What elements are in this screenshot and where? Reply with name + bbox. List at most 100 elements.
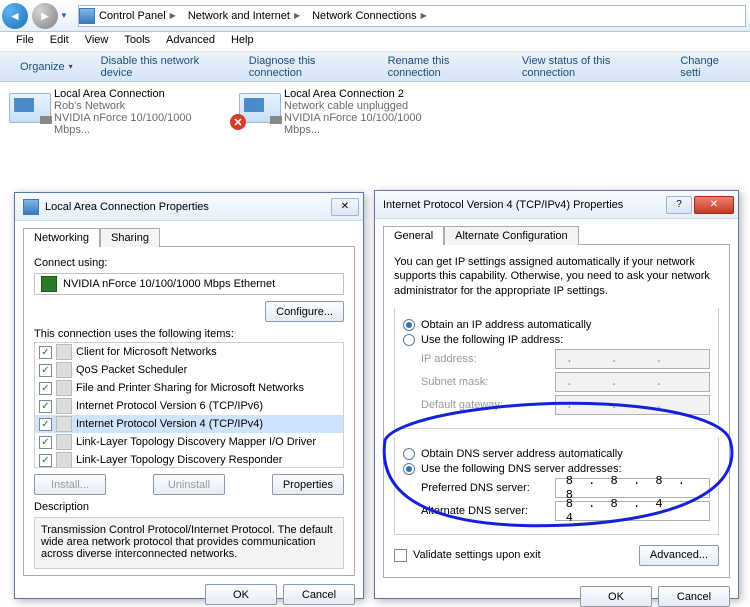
component-list[interactable]: ✓ Client for Microsoft Networks ✓ QoS Pack… [34,342,344,468]
description-label: Description [34,501,344,513]
list-item[interactable]: ✓ Link-Layer Topology Discovery Responder [35,451,343,468]
radio-label: Obtain DNS server address automatically [421,448,623,460]
item-label: Link-Layer Topology Discovery Mapper I/O… [76,436,316,448]
history-dropdown[interactable]: ▼ [60,11,74,20]
crumb-network-internet[interactable]: Network and Internet▶ [184,6,308,26]
component-icon [56,398,72,414]
subnet-label: Subnet mask: [403,376,549,388]
checkbox[interactable]: ✓ [39,382,52,395]
nic-chip-icon [41,276,57,292]
connection-item[interactable]: Local Area Connection Rob's Network NVID… [6,88,226,136]
lac-properties-dialog: Local Area Connection Properties ✕ Netwo… [14,192,364,599]
radio-obtain-ip[interactable] [403,319,415,331]
forward-button[interactable]: ► [32,3,58,29]
list-item[interactable]: ✓ Internet Protocol Version 4 (TCP/IPv4) [35,415,343,433]
ipv4-properties-dialog: Internet Protocol Version 4 (TCP/IPv4) P… [374,190,739,599]
radio-label: Use the following IP address: [421,334,563,346]
back-button[interactable]: ◄ [2,3,28,29]
tab-panel: Connect using: NVIDIA nForce 10/100/1000… [23,246,355,576]
tab-sharing[interactable]: Sharing [100,228,160,247]
connection-item[interactable]: ✕ Local Area Connection 2 Network cable … [236,88,456,136]
item-label: File and Printer Sharing for Microsoft N… [76,382,304,394]
checkbox[interactable]: ✓ [39,346,52,359]
adapter-field[interactable]: NVIDIA nForce 10/100/1000 Mbps Ethernet [34,273,344,295]
help-button[interactable]: ? [666,196,692,214]
diagnose-button[interactable]: Diagnose this connection [235,52,374,81]
tab-alt-config[interactable]: Alternate Configuration [444,226,579,245]
checkbox[interactable]: ✓ [39,418,52,431]
change-settings-button[interactable]: Change setti [666,52,750,81]
cancel-button[interactable]: Cancel [658,586,730,607]
item-label: Client for Microsoft Networks [76,346,217,358]
description-text: Transmission Control Protocol/Internet P… [34,517,344,569]
menu-file[interactable]: File [8,32,42,51]
menu-advanced[interactable]: Advanced [158,32,223,51]
validate-checkbox[interactable]: ✓ [394,549,407,562]
menu-view[interactable]: View [77,32,117,51]
tab-networking[interactable]: Networking [23,228,100,247]
chevron-right-icon[interactable]: ▶ [417,11,431,20]
item-label: QoS Packet Scheduler [76,364,187,376]
crumb-control-panel[interactable]: Control Panel▶ [95,6,184,26]
disable-device-button[interactable]: Disable this network device [87,52,235,81]
checkbox[interactable]: ✓ [39,436,52,449]
advanced-button[interactable]: Advanced... [639,545,719,566]
chevron-right-icon[interactable]: ▶ [166,11,180,20]
component-icon [56,380,72,396]
list-item[interactable]: ✓Internet Protocol Version 6 (TCP/IPv6) [35,397,343,415]
ip-group: Obtain an IP address automatically Use t… [394,308,719,429]
tab-panel: You can get IP settings assigned automat… [383,244,730,578]
ok-button[interactable]: OK [580,586,652,607]
dns-group: Obtain DNS server address automatically … [394,437,719,535]
uninstall-button[interactable]: Uninstall [153,474,225,495]
organize-button[interactable]: Organize [6,52,87,81]
rename-button[interactable]: Rename this connection [374,52,508,81]
component-icon [56,452,72,468]
properties-button[interactable]: Properties [272,474,344,495]
dialog-title: Local Area Connection Properties [45,201,329,213]
nic-small-icon [23,199,39,215]
tab-general[interactable]: General [383,226,444,245]
tabstrip: General Alternate Configuration [383,225,730,244]
checkbox[interactable]: ✓ [39,364,52,377]
dialog-titlebar[interactable]: Local Area Connection Properties ✕ [15,193,363,221]
connection-status: Rob's Network [54,100,226,112]
ip-address-label: IP address: [403,353,549,365]
list-item[interactable]: ✓ Client for Microsoft Networks [35,343,343,361]
item-label: Internet Protocol Version 4 (TCP/IPv4) [76,418,263,430]
checkbox[interactable]: ✓ [39,454,52,467]
items-label: This connection uses the following items… [34,328,344,340]
close-button[interactable]: ✕ [331,198,359,216]
crumb-label: Network Connections [312,10,417,22]
ip-address-input: . . . [555,349,710,369]
radio-use-dns[interactable] [403,463,415,475]
gateway-input: . . . [555,395,710,415]
checkbox[interactable]: ✓ [39,400,52,413]
view-status-button[interactable]: View status of this connection [508,52,666,81]
unplugged-icon: ✕ [230,114,246,130]
pref-dns-label: Preferred DNS server: [403,482,549,494]
connection-status: Network cable unplugged [284,100,456,112]
install-button[interactable]: Install... [34,474,106,495]
list-item[interactable]: ✓ QoS Packet Scheduler [35,361,343,379]
radio-use-ip[interactable] [403,334,415,346]
close-button[interactable]: ✕ [694,196,734,214]
pref-dns-input[interactable]: 8 . 8 . 8 . 8 [555,478,710,498]
item-label: Link-Layer Topology Discovery Responder [76,454,282,466]
configure-button[interactable]: Configure... [265,301,344,322]
menu-help[interactable]: Help [223,32,262,51]
chevron-right-icon[interactable]: ▶ [290,11,304,20]
connection-title: Local Area Connection [54,88,226,100]
address-bar[interactable]: Control Panel▶ Network and Internet▶ Net… [78,5,746,27]
component-icon [56,362,72,378]
menu-tools[interactable]: Tools [116,32,158,51]
radio-obtain-dns[interactable] [403,448,415,460]
list-item[interactable]: ✓ Link-Layer Topology Discovery Mapper I/… [35,433,343,451]
menu-edit[interactable]: Edit [42,32,77,51]
gateway-label: Default gateway: [403,399,549,411]
crumb-network-connections[interactable]: Network Connections▶ [308,6,435,26]
dialog-titlebar[interactable]: Internet Protocol Version 4 (TCP/IPv4) P… [375,191,738,219]
alt-dns-input[interactable]: 8 . 8 . 4 . 4 [555,501,710,521]
menu-bar: File Edit View Tools Advanced Help [0,32,750,52]
list-item[interactable]: ✓ File and Printer Sharing for Microsoft … [35,379,343,397]
